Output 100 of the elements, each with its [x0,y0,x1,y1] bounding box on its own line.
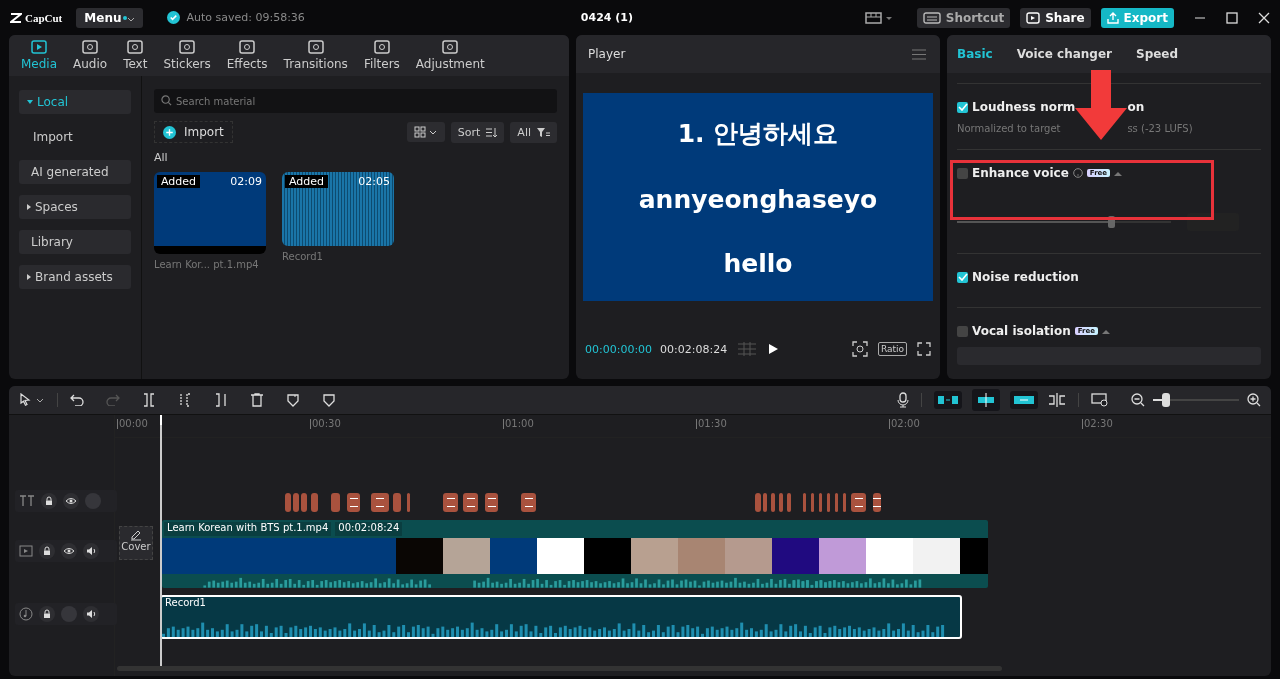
zoom-out-icon[interactable] [1131,393,1145,407]
video-clip[interactable]: Learn Korean with BTS pt.1.mp4 00:02:08:24 [162,520,988,588]
microphone-icon[interactable] [897,392,909,408]
added-badge: Added [157,175,201,188]
upload-icon [1106,11,1119,24]
inspector-tab[interactable]: Speed [1136,47,1179,61]
text-clip[interactable] [443,493,458,512]
text-clip[interactable] [331,493,340,512]
tool-tab[interactable]: Text [117,38,154,76]
media-thumbnail[interactable]: Added 02:05 [282,172,394,246]
text-track-icon [19,495,35,507]
lock-icon[interactable] [41,493,57,509]
tool-tab[interactable]: Audio [67,38,114,76]
import-button[interactable]: Import [154,121,233,143]
menu-button[interactable]: Menu [76,7,144,28]
text-clip[interactable] [463,493,478,512]
checkbox[interactable] [957,101,968,113]
text-clip[interactable] [803,493,806,512]
tool-tab[interactable]: Transitions [277,38,354,76]
text-clip[interactable] [771,493,775,512]
eye-icon[interactable] [61,543,77,559]
text-clip[interactable] [827,493,830,512]
eye-icon[interactable] [63,493,79,509]
filter-button[interactable]: All [510,121,557,143]
text-clip[interactable] [311,493,318,512]
media-name: Record1 [282,251,324,262]
text-clip[interactable] [301,493,307,512]
media-thumbnail[interactable]: Added 02:09 [154,172,266,254]
tool-tab[interactable]: Filters [357,38,406,76]
fullscreen-icon[interactable] [917,342,931,356]
speaker-icon[interactable] [83,606,99,622]
inspector-tab[interactable]: Basic [957,47,993,61]
text-clip[interactable] [393,493,401,512]
checkbox[interactable] [957,271,968,283]
text-clip[interactable] [485,493,498,512]
ratio-button[interactable]: Ratio [877,342,907,356]
text-clip[interactable] [811,493,814,512]
lock-icon[interactable] [39,543,55,559]
search-field[interactable]: Search material [154,89,557,113]
sort-button[interactable]: Sort [450,121,505,143]
text-clip[interactable] [347,493,360,512]
text-clip[interactable] [293,493,299,512]
snap-toggle-icon[interactable] [934,391,962,409]
text-clip[interactable] [843,493,846,512]
sidebar-item[interactable]: AI generated [19,160,131,184]
sidebar-item[interactable]: Brand assets [19,265,131,289]
text-clip[interactable] [763,493,767,512]
text-clip[interactable] [787,493,791,512]
collapse-icon[interactable] [1114,170,1123,176]
share-button[interactable]: Share [1020,7,1091,28]
collapse-icon[interactable] [1102,328,1110,334]
tool-tab[interactable]: Effects [220,38,274,76]
text-clip[interactable] [779,493,783,512]
shortcut-button[interactable]: Shortcut [916,7,1011,28]
sidebar-item[interactable]: Spaces [19,195,131,219]
tool-tab[interactable]: Media [15,38,64,76]
audio-clip[interactable]: Record1 [160,595,962,639]
horizontal-scrollbar[interactable] [117,666,1002,671]
text-clip[interactable] [873,493,881,512]
magnet-toggle-icon[interactable] [972,389,1000,411]
redo-icon [106,394,120,406]
text-clip[interactable] [285,493,291,512]
help-icon[interactable] [1072,168,1083,178]
shield-icon[interactable] [322,393,336,407]
text-clip[interactable] [819,493,822,512]
text-clip[interactable] [835,493,838,512]
delete-icon[interactable] [250,393,264,407]
speaker-icon[interactable] [83,543,99,559]
text-clip[interactable] [407,493,410,512]
lock-icon[interactable] [39,606,55,622]
text-clip[interactable] [851,493,866,512]
link-toggle-icon[interactable] [1010,391,1038,409]
sidebar-item[interactable]: Library [19,230,131,254]
split-icon[interactable] [142,393,156,407]
inspector-tab[interactable]: Voice changer [1016,47,1112,61]
split-left-icon[interactable] [178,393,192,407]
play-icon[interactable] [767,343,780,355]
undo-icon[interactable] [70,394,84,406]
close-icon[interactable] [1258,11,1270,24]
checkbox[interactable] [957,167,968,179]
text-clip[interactable] [371,493,389,512]
preview-zoom-icon[interactable] [1091,393,1109,407]
shield-ai-icon[interactable] [286,393,300,407]
sidebar-item[interactable]: Import [19,125,131,149]
tool-tab[interactable]: Adjustment [409,38,491,76]
sidebar-item[interactable]: Local [19,90,131,114]
zoom-in-icon[interactable] [1247,393,1261,407]
checkbox[interactable] [957,325,968,337]
cover-button[interactable]: Cover [119,526,153,560]
select-cursor-icon[interactable] [19,393,45,407]
tool-tab[interactable]: Stickers [157,38,217,76]
layout-icon[interactable] [864,11,893,24]
menu-icon[interactable] [912,48,926,60]
split-view-icon[interactable] [1048,393,1066,407]
fit-screen-icon[interactable] [851,341,868,357]
maximize-icon[interactable] [1226,11,1238,24]
split-right-icon[interactable] [214,393,228,407]
text-clip[interactable] [755,493,761,512]
text-clip[interactable] [521,493,536,512]
view-toggle-button[interactable] [406,122,445,142]
